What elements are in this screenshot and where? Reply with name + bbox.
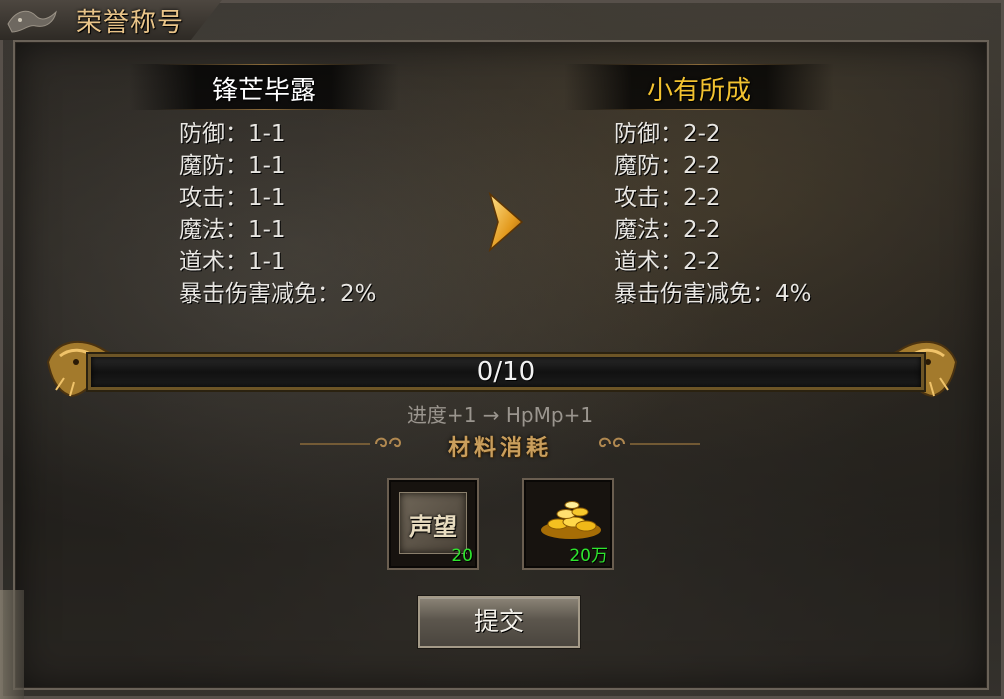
stat-row-magic: 魔法：2-2 [614,214,812,246]
stat-label: 魔法： [614,217,683,243]
reputation-icon: 声望 [399,492,467,554]
stat-row-magic-defense: 魔防：2-2 [614,150,812,182]
corner-ornament [0,590,24,699]
current-stats: 防御：1-1 魔防：1-1 攻击：1-1 魔法：1-1 道术：1-1 暴击伤害减… [179,118,377,310]
honor-title-window: 荣誉称号 锋芒毕露 小有所成 防御：1-1 魔防：1-1 攻击：1-1 魔法：1… [0,0,1004,699]
stat-row-attack: 攻击：2-2 [614,182,812,214]
progress-bonus-text: 进度+1 → HpMp+1 [406,403,594,427]
stat-label: 魔防： [614,153,683,179]
reputation-icon-label: 声望 [409,512,457,541]
current-title-banner: 锋芒毕露 [129,64,399,110]
material-quantity: 20万 [569,546,608,566]
submit-button[interactable]: 提交 [418,596,580,648]
stat-value: 1-1 [248,121,286,147]
stat-label: 防御： [614,121,683,147]
next-stats: 防御：2-2 魔防：2-2 攻击：2-2 魔法：2-2 道术：2-2 暴击伤害减… [614,118,812,310]
stat-value: 2-2 [683,217,721,243]
current-title-name: 锋芒毕露 [211,76,316,106]
material-title: 材料消耗 [447,435,552,461]
stat-label: 道术： [179,249,248,275]
stat-value: 1-1 [248,185,286,211]
arrow-right-icon [488,192,524,252]
stat-label: 魔防： [179,153,248,179]
stat-value: 1-1 [248,249,286,275]
window-title: 荣誉称号 [76,8,185,38]
progress-bar: 0/10 [42,332,962,402]
stat-row-attack: 攻击：1-1 [179,182,377,214]
stat-row-taoism: 道术：1-1 [179,246,377,278]
dragon-emblem-icon [7,10,57,33]
stat-row-crit-damage-reduction: 暴击伤害减免：4% [614,278,812,310]
stat-row-magic: 魔法：1-1 [179,214,377,246]
next-title-name: 小有所成 [646,76,751,106]
stat-value: 1-1 [248,217,286,243]
title-tab: 荣誉称号 [0,0,222,40]
progress-track: 0/10 [88,354,924,390]
gold-coins-icon [541,501,601,539]
stat-label: 暴击伤害减免： [179,281,340,307]
stat-label: 攻击： [614,185,683,211]
stat-label: 魔法： [179,217,248,243]
stat-row-magic-defense: 魔防：1-1 [179,150,377,182]
stat-label: 暴击伤害减免： [614,281,775,307]
stat-row-defense: 防御：1-1 [179,118,377,150]
stat-value: 2-2 [683,185,721,211]
stat-label: 攻击： [179,185,248,211]
stat-label: 防御： [179,121,248,147]
progress-text: 0/10 [476,357,536,387]
material-slot-gold[interactable]: 20万 [522,478,614,570]
stat-row-defense: 防御：2-2 [614,118,812,150]
material-slot-reputation[interactable]: 声望 20 [387,478,479,570]
stat-label: 道术： [614,249,683,275]
material-header: 材料消耗 [300,428,700,462]
stat-value: 2-2 [683,249,721,275]
stat-value: 1-1 [248,153,286,179]
stat-value: 4% [775,281,812,307]
stat-row-crit-damage-reduction: 暴击伤害减免：2% [179,278,377,310]
stat-row-taoism: 道术：2-2 [614,246,812,278]
stat-value: 2-2 [683,153,721,179]
stat-value: 2-2 [683,121,721,147]
material-quantity: 20 [451,546,473,566]
stat-value: 2% [340,281,377,307]
next-title-banner: 小有所成 [564,64,834,110]
